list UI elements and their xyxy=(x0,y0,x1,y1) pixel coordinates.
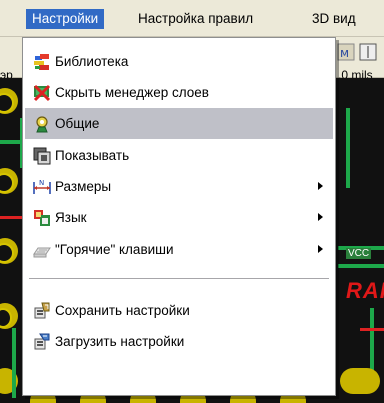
load-settings-icon xyxy=(34,333,50,350)
pcb-text-fragment: RAI xyxy=(346,278,384,303)
submenu-arrow-icon xyxy=(318,245,323,253)
menu-separator xyxy=(29,278,329,280)
language-icon xyxy=(34,210,50,226)
menu-item-label: "Горячие" клавиши xyxy=(55,242,174,257)
menu-item-label: Библиотека xyxy=(55,54,129,69)
pcb-trace xyxy=(0,216,22,219)
hotkeys-icon xyxy=(33,247,51,258)
dimensions-icon: N xyxy=(33,179,51,194)
menu-item-load-settings[interactable]: Загрузить настройки xyxy=(25,326,333,357)
svg-text:N: N xyxy=(39,179,44,187)
pcb-trace xyxy=(346,108,350,188)
pcb-trace xyxy=(12,328,16,398)
menu-item-label: Скрыть менеджер слоев xyxy=(55,85,209,100)
svg-text:м: м xyxy=(340,46,349,60)
save-settings-icon xyxy=(34,302,50,319)
menu-item-display[interactable]: Показывать xyxy=(25,140,333,171)
menu-item-label: Общие xyxy=(55,116,100,131)
menubar: Настройки Настройка правил 3D вид xyxy=(0,0,384,37)
menu-item-hide-layer-manager[interactable]: Скрыть менеджер слоев xyxy=(25,77,333,108)
library-icon xyxy=(34,54,49,70)
toolbar-tool-icons[interactable]: м xyxy=(336,41,382,63)
menu-item-library[interactable]: Библиотека xyxy=(25,46,333,77)
submenu-arrow-icon xyxy=(318,213,323,221)
menu-item-label: Показывать xyxy=(55,148,130,163)
menu-item-hotkeys[interactable]: "Горячие" клавиши xyxy=(25,234,333,265)
general-settings-icon xyxy=(36,116,48,133)
menu-item-label: Загрузить настройки xyxy=(55,334,185,349)
pcb-pad xyxy=(340,368,380,394)
menu-item-label: Сохранить настройки xyxy=(55,303,190,318)
menu-3d-view[interactable]: 3D вид xyxy=(306,9,362,29)
submenu-arrow-icon xyxy=(318,182,323,190)
menu-item-save-settings[interactable]: Сохранить настройки xyxy=(25,295,333,326)
menu-item-general[interactable]: Общие xyxy=(25,108,333,139)
pcb-trace xyxy=(0,140,22,144)
layer-manager-icon xyxy=(33,84,51,102)
settings-dropdown-menu: Библиотека Скрыть менеджер слоев Общие П… xyxy=(22,37,336,396)
menu-item-dimensions[interactable]: N Размеры xyxy=(25,171,333,202)
pcb-trace xyxy=(360,328,384,331)
menu-settings[interactable]: Настройки xyxy=(26,9,105,29)
menu-item-language[interactable]: Язык xyxy=(25,202,333,233)
net-label-vcc: VCC xyxy=(346,248,372,259)
menu-rule-settings[interactable]: Настройка правил xyxy=(132,9,259,29)
menu-item-label: Язык xyxy=(55,210,87,225)
menu-item-label: Размеры xyxy=(55,179,112,194)
display-icon xyxy=(33,147,51,165)
pcb-trace xyxy=(338,264,384,268)
